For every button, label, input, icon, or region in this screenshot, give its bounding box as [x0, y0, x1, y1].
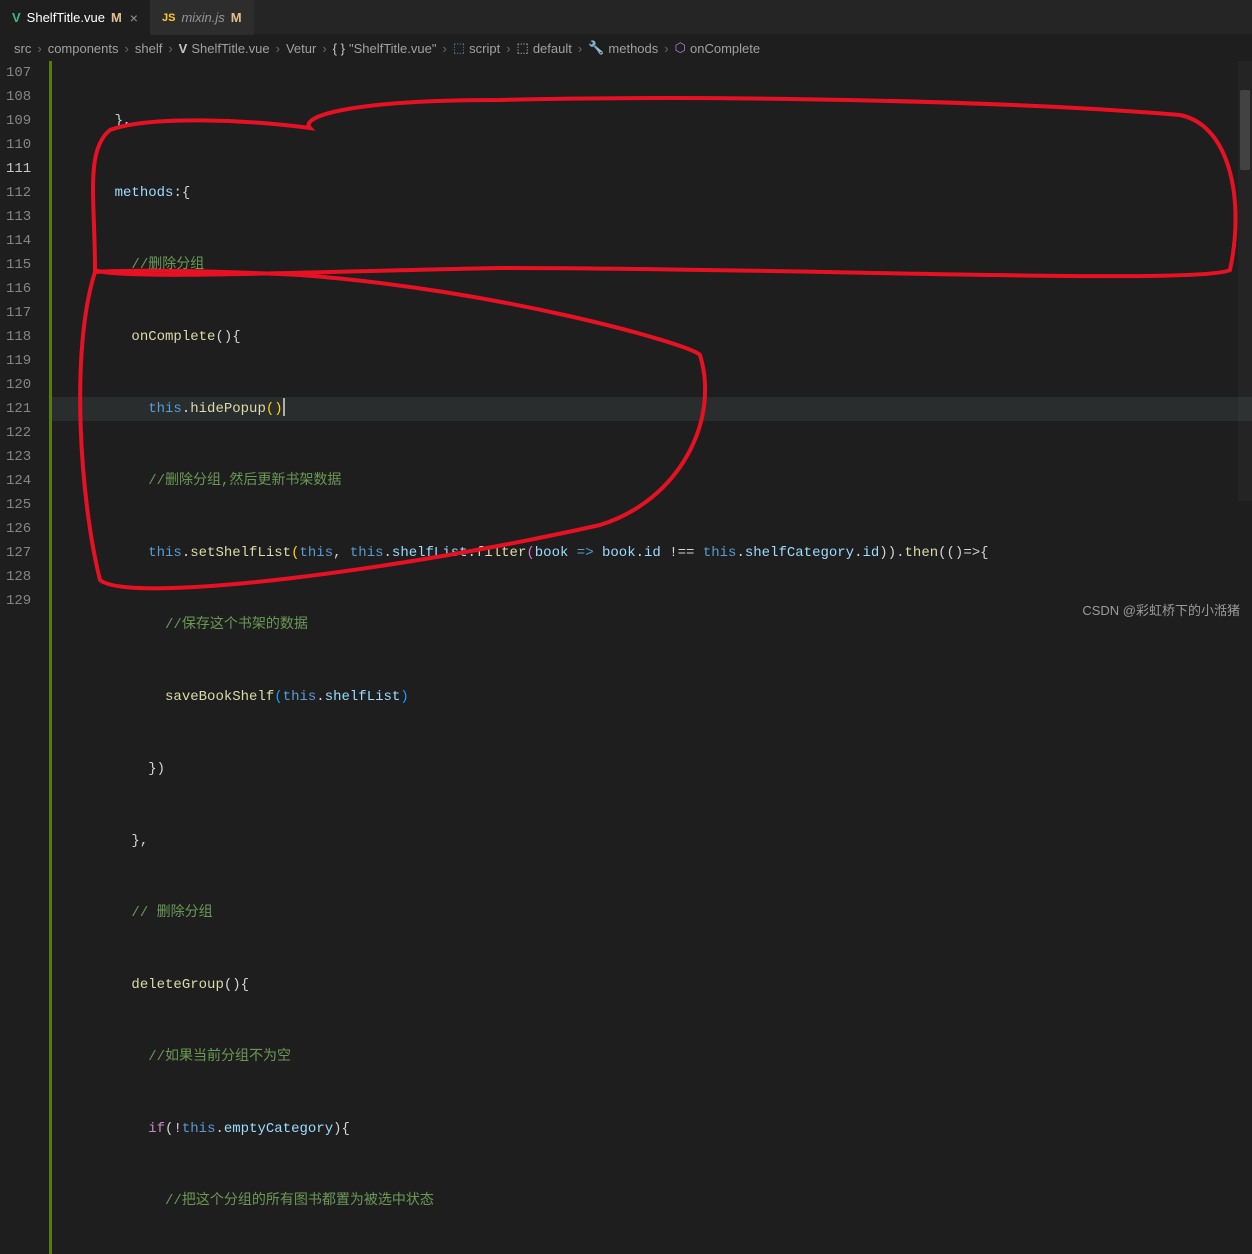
line-number: 125: [6, 493, 31, 517]
script-icon: ⬚: [453, 40, 465, 56]
line-number: 119: [6, 349, 31, 373]
breadcrumb-item[interactable]: components: [48, 41, 119, 56]
tab-shelftitle[interactable]: V ShelfTitle.vue M ×: [0, 0, 150, 35]
breadcrumb-item[interactable]: Vetur: [286, 41, 316, 56]
breadcrumb-item[interactable]: methods: [608, 41, 658, 56]
line-number: 123: [6, 445, 31, 469]
chevron-right-icon: ›: [506, 41, 510, 56]
line-number: 121: [6, 397, 31, 421]
breadcrumb-item[interactable]: onComplete: [690, 41, 760, 56]
breadcrumb-item[interactable]: "ShelfTitle.vue": [349, 41, 437, 56]
line-number: 112: [6, 181, 31, 205]
chevron-right-icon: ›: [37, 41, 41, 56]
cursor: [283, 398, 285, 416]
line-number: 115: [6, 253, 31, 277]
breadcrumb[interactable]: src › components › shelf › V ShelfTitle.…: [0, 35, 1252, 61]
vue-icon: V: [179, 41, 188, 56]
chevron-right-icon: ›: [578, 41, 582, 56]
line-number: 111: [6, 157, 31, 181]
line-number: 128: [6, 565, 31, 589]
line-number: 118: [6, 325, 31, 349]
breadcrumb-item[interactable]: ShelfTitle.vue: [191, 41, 269, 56]
wrench-icon: 🔧: [588, 40, 604, 56]
module-icon: ⬚: [517, 40, 529, 56]
code-editor[interactable]: 107 108 109 110 111 112 113 114 115 116 …: [0, 61, 1252, 1254]
line-number: 122: [6, 421, 31, 445]
breadcrumb-item[interactable]: default: [533, 41, 572, 56]
chevron-right-icon: ›: [125, 41, 129, 56]
js-icon: JS: [162, 12, 175, 24]
chevron-right-icon: ›: [276, 41, 280, 56]
editor-tabs: V ShelfTitle.vue M × JS mixin.js M: [0, 0, 1252, 35]
breadcrumb-item[interactable]: script: [469, 41, 500, 56]
code-area[interactable]: }, methods:{ //删除分组 onComplete(){ this.h…: [52, 61, 1252, 1254]
line-number: 109: [6, 109, 31, 133]
chevron-right-icon: ›: [168, 41, 172, 56]
breadcrumb-item[interactable]: shelf: [135, 41, 162, 56]
line-number: 113: [6, 205, 31, 229]
line-number: 110: [6, 133, 31, 157]
breadcrumb-item[interactable]: src: [14, 41, 31, 56]
line-number: 126: [6, 517, 31, 541]
line-number: 114: [6, 229, 31, 253]
watermark: CSDN @彩虹桥下的小湉猪: [1082, 600, 1240, 619]
tab-label: ShelfTitle.vue: [27, 10, 105, 25]
vue-icon: V: [12, 10, 21, 25]
tab-mixin[interactable]: JS mixin.js M: [150, 0, 254, 35]
line-number: 116: [6, 277, 31, 301]
close-icon[interactable]: ×: [130, 10, 138, 26]
line-number: 127: [6, 541, 31, 565]
tab-label: mixin.js: [181, 10, 224, 25]
method-icon: ⬡: [675, 40, 686, 56]
line-number: 117: [6, 301, 31, 325]
chevron-right-icon: ›: [664, 41, 668, 56]
line-number: 124: [6, 469, 31, 493]
line-number: 107: [6, 61, 31, 85]
scrollbar-vertical[interactable]: [1240, 90, 1250, 170]
line-number: 129: [6, 589, 31, 613]
braces-icon: { }: [333, 41, 345, 56]
chevron-right-icon: ›: [322, 41, 326, 56]
line-number: 108: [6, 85, 31, 109]
modified-indicator: M: [111, 10, 122, 25]
line-number: 120: [6, 373, 31, 397]
modified-indicator: M: [231, 10, 242, 25]
line-gutter: 107 108 109 110 111 112 113 114 115 116 …: [0, 61, 49, 1254]
chevron-right-icon: ›: [442, 41, 446, 56]
